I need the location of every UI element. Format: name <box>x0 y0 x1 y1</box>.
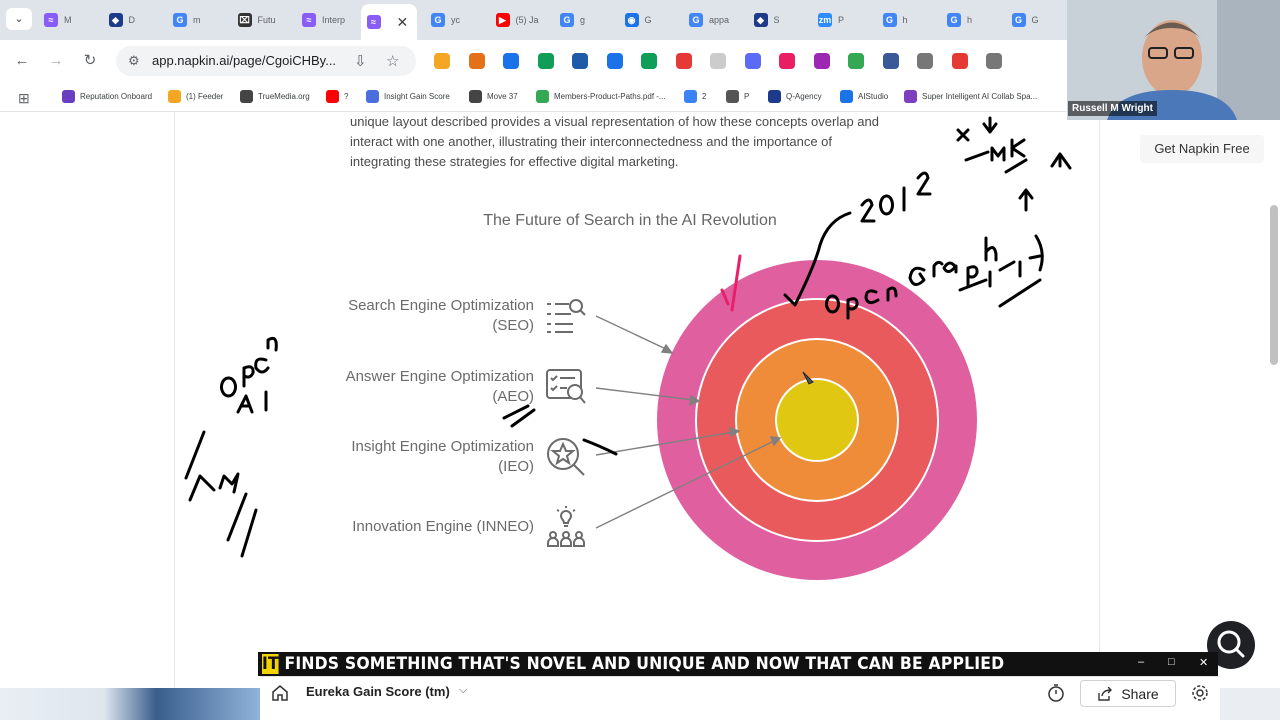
close-window-icon[interactable]: ✕ <box>1199 656 1208 669</box>
taskbar-right <box>1220 688 1280 720</box>
timer-icon[interactable] <box>1046 683 1066 703</box>
center-inneo <box>775 378 859 462</box>
caption-rest: FINDS SOMETHING THAT'S NOVEL AND UNIQUE … <box>278 654 1005 674</box>
share-icon <box>1098 686 1113 701</box>
share-label: Share <box>1121 685 1159 702</box>
live-caption: IT FINDS SOMETHING THAT'S NOVEL AND UNIQ… <box>262 654 1004 674</box>
home-icon[interactable] <box>271 684 289 702</box>
maximize-icon[interactable]: □ <box>1168 656 1175 668</box>
share-button[interactable]: Share <box>1080 680 1176 707</box>
taskbar-left <box>0 688 260 720</box>
webcam-name-label: Russell M Wright <box>1068 101 1157 116</box>
get-napkin-free-button[interactable]: Get Napkin Free <box>1140 135 1264 163</box>
minimize-icon[interactable]: – <box>1138 656 1144 668</box>
caption-highlight-word: IT <box>262 654 279 674</box>
document-title[interactable]: Eureka Gain Score (tm) <box>306 684 450 699</box>
page-scrollbar[interactable] <box>1270 205 1278 365</box>
gear-icon[interactable] <box>1190 683 1210 703</box>
chevron-down-icon[interactable]: ⌵ <box>459 684 467 697</box>
